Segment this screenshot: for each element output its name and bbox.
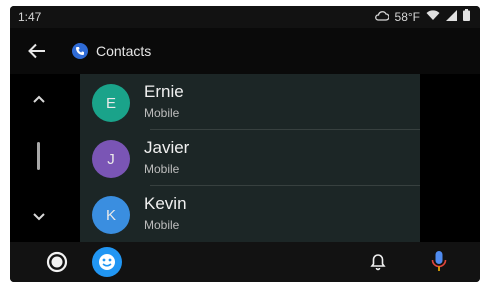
bottom-nav-bar [10, 242, 480, 282]
scrollbar-thumb[interactable] [37, 142, 40, 170]
app-header: Contacts [10, 28, 480, 74]
contact-row-kevin[interactable]: K Kevin Mobile [80, 186, 420, 242]
assistant-icon[interactable] [92, 247, 122, 277]
page-title: Contacts [96, 43, 152, 59]
avatar: K [92, 196, 130, 234]
contacts-list: E Ernie Mobile J Javier Mobile K Kevin M… [80, 74, 420, 242]
contact-name: Kevin [144, 194, 187, 213]
chevron-up-icon[interactable] [28, 88, 50, 110]
android-auto-screen: 1:47 58°F Contacts E Ernie Mobile J Javi… [10, 6, 480, 282]
contact-phone-label: Mobile [144, 218, 180, 232]
notifications-bell-icon[interactable] [368, 252, 388, 272]
temperature: 58°F [394, 9, 420, 24]
cloud-icon [374, 10, 390, 24]
avatar: J [92, 140, 130, 178]
microphone-icon[interactable] [428, 249, 450, 275]
status-indicators: 58°F [374, 9, 470, 24]
contact-name: Ernie [144, 82, 184, 101]
scroll-rail [10, 74, 80, 242]
status-time: 1:47 [18, 10, 42, 24]
avatar: E [92, 84, 130, 122]
wifi-icon [426, 9, 440, 24]
contact-phone-label: Mobile [144, 106, 180, 120]
contact-phone-label: Mobile [144, 162, 180, 176]
battery-icon [463, 9, 470, 24]
chevron-down-icon[interactable] [28, 206, 50, 228]
status-bar: 1:47 58°F [10, 6, 480, 28]
cellular-signal-icon [446, 9, 457, 24]
phone-app-icon [72, 43, 88, 59]
contact-row-javier[interactable]: J Javier Mobile [80, 130, 420, 186]
home-icon[interactable] [46, 251, 68, 273]
back-arrow-icon[interactable] [24, 38, 50, 64]
contact-name: Javier [144, 138, 190, 157]
contact-row-ernie[interactable]: E Ernie Mobile [80, 74, 420, 130]
